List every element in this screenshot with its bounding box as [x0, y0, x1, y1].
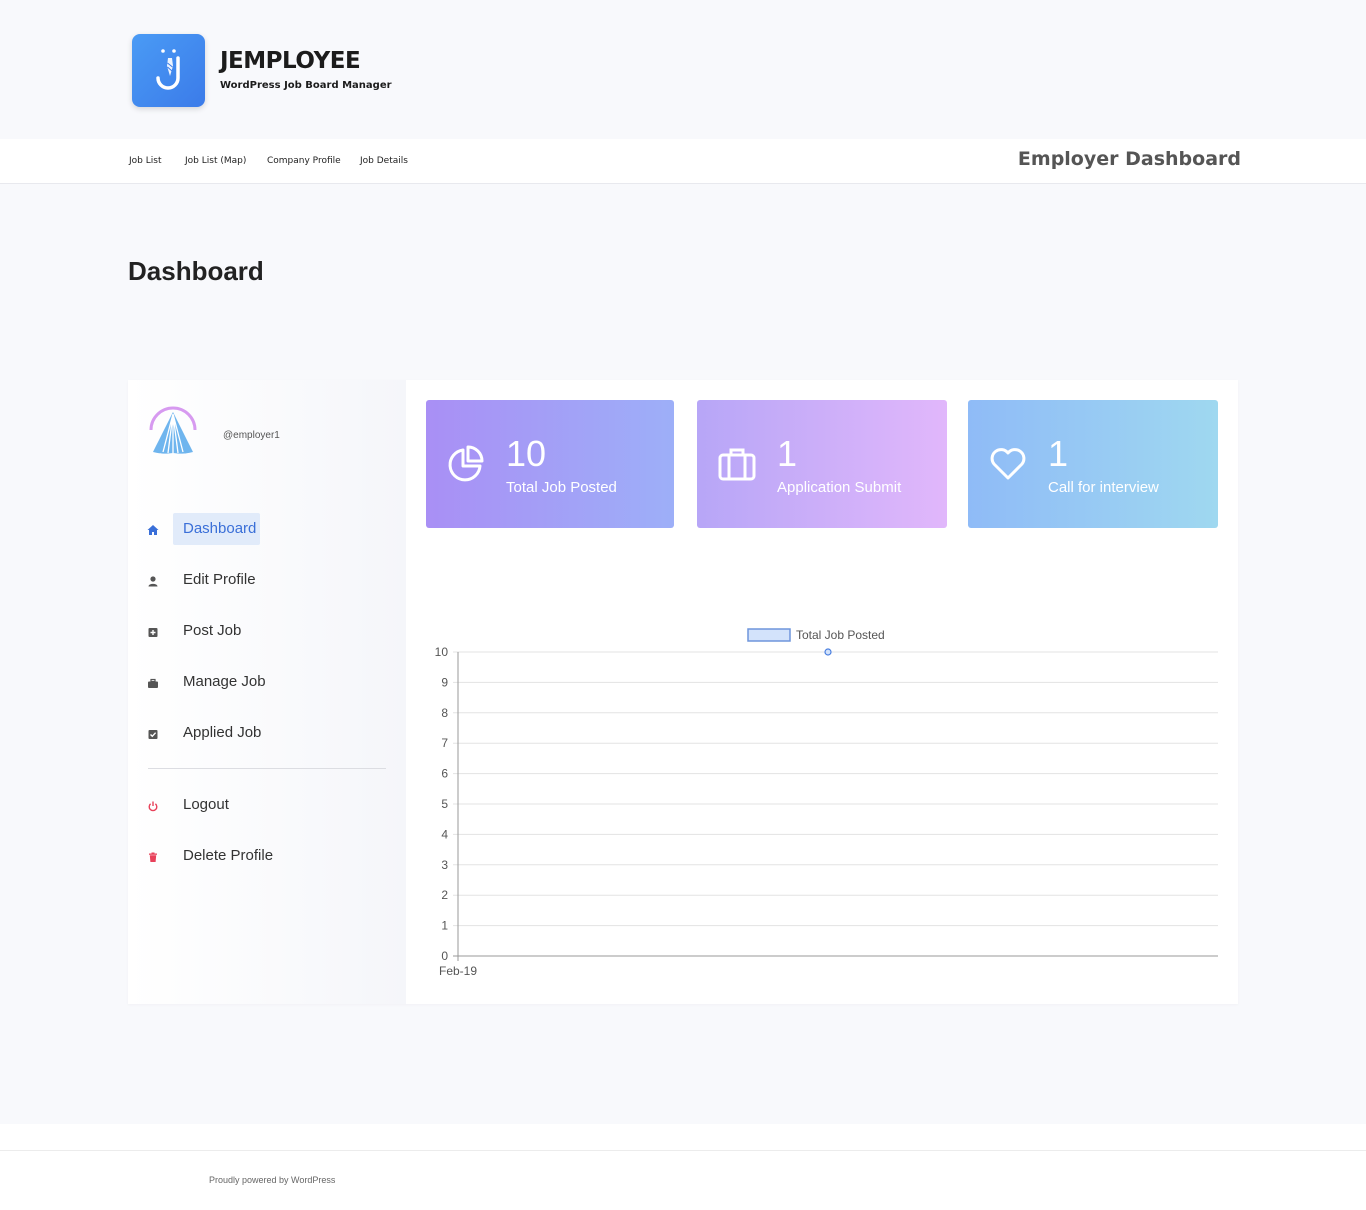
sidebar-item-manage-job[interactable]: Manage Job: [146, 666, 386, 698]
legend-swatch: [747, 628, 791, 642]
sidebar-item-label: Applied Job: [183, 724, 262, 741]
stat-label: Total Job Posted: [506, 479, 617, 496]
avatar: [147, 404, 200, 457]
sidebar-item-label: Delete Profile: [183, 847, 274, 864]
nav-link-company-profile[interactable]: Company Profile: [267, 156, 341, 166]
briefcase-icon: [148, 678, 158, 688]
check-square-icon: [148, 730, 158, 739]
brand-title[interactable]: JEMPLOYEE: [220, 48, 361, 74]
y-tick-label: 10: [435, 645, 449, 659]
brand-tagline: WordPress Job Board Manager: [220, 80, 392, 91]
nav-link-job-list-map[interactable]: Job List (Map): [185, 156, 246, 166]
menu-divider: [148, 768, 386, 769]
stat-label: Call for interview: [1048, 479, 1159, 496]
y-tick-label: 7: [441, 736, 448, 750]
y-tick-label: 6: [441, 767, 448, 781]
legend-label: Total Job Posted: [796, 628, 885, 642]
profile-username: @employer1: [223, 430, 280, 441]
main-nav: Job List Job List (Map) Company Profile …: [0, 139, 1366, 184]
stat-card-call-for-interview[interactable]: 1 Call for interview: [968, 400, 1218, 528]
sidebar-item-edit-profile[interactable]: Edit Profile: [146, 564, 386, 596]
nav-link-job-list[interactable]: Job List: [129, 156, 161, 166]
heart-icon: [990, 448, 1026, 480]
stat-value: 10: [506, 433, 547, 474]
nav-title[interactable]: Employer Dashboard: [1018, 148, 1241, 170]
x-tick-label: Feb-19: [439, 964, 477, 978]
jobs-chart: 0 1 2 3 4 5 6 7 8 9 10 Feb-19 Total Job Posted: [426, 622, 1226, 982]
chart-svg: 0 1 2 3 4 5 6 7 8 9 10 Feb-19 Total Job Posted: [435, 628, 1218, 978]
home-icon: [147, 525, 159, 535]
sidebar-item-applied-job[interactable]: Applied Job: [146, 717, 386, 749]
stat-value: 1: [777, 433, 798, 474]
nav-link-job-details[interactable]: Job Details: [360, 156, 408, 166]
y-tick-label: 2: [441, 888, 448, 902]
sidebar: @employer1 Dashboard Edit Profile Post J…: [128, 380, 406, 1004]
sidebar-item-post-job[interactable]: Post Job: [146, 615, 386, 647]
sidebar-item-logout[interactable]: Logout: [146, 789, 386, 821]
user-icon: [148, 576, 158, 587]
trash-icon: [149, 852, 157, 862]
y-tick-label: 9: [441, 675, 448, 689]
site-footer: Proudly powered by WordPress: [0, 1124, 1366, 1210]
stat-label: Application Submit: [777, 479, 902, 496]
sidebar-item-label: Post Job: [183, 622, 242, 639]
pie-chart-icon: [448, 445, 484, 482]
y-tick-label: 8: [441, 706, 448, 720]
y-tick-label: 0: [441, 949, 448, 963]
page-title: Dashboard: [128, 256, 264, 286]
logo-icon[interactable]: [132, 34, 205, 107]
sidebar-item-label: Edit Profile: [183, 571, 256, 588]
dashboard-panel: @employer1 Dashboard Edit Profile Post J…: [128, 380, 1238, 1004]
y-tick-label: 5: [441, 797, 448, 811]
stat-value: 1: [1048, 433, 1069, 474]
y-tick-label: 1: [441, 919, 448, 933]
sidebar-item-dashboard[interactable]: Dashboard: [146, 513, 386, 545]
plus-square-icon: [148, 628, 158, 637]
site-header: JEMPLOYEE WordPress Job Board Manager: [0, 0, 1366, 139]
sidebar-item-label: Manage Job: [183, 673, 266, 690]
stat-card-application-submit[interactable]: 1 Application Submit: [697, 400, 947, 528]
footer-divider: [0, 1150, 1366, 1151]
data-point: [824, 648, 832, 656]
stat-card-total-job-posted[interactable]: 10 Total Job Posted: [426, 400, 674, 528]
sidebar-item-label: Logout: [183, 796, 229, 813]
footer-credit[interactable]: Proudly powered by WordPress: [209, 1175, 335, 1185]
briefcase-icon: [718, 448, 756, 481]
sidebar-item-label: Dashboard: [183, 520, 257, 537]
sidebar-item-delete-profile[interactable]: Delete Profile: [146, 840, 386, 872]
y-tick-label: 3: [441, 858, 448, 872]
y-tick-label: 4: [441, 827, 448, 841]
power-icon: [148, 801, 158, 812]
